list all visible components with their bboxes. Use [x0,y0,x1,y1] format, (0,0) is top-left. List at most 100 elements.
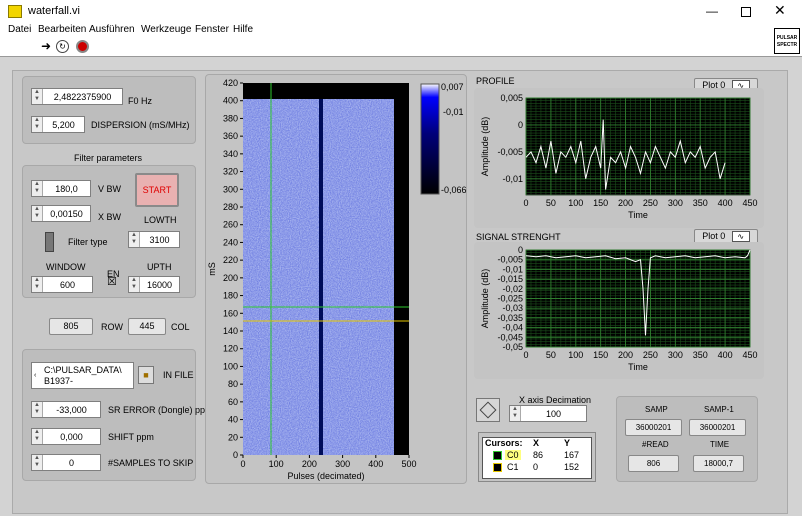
waterfall-y-tick-label: 80 [228,379,238,389]
cursor-header-name: Cursors: [485,438,523,448]
in-file-path[interactable]: ‹ C:\PULSAR_DATA\ B1937- [31,362,134,389]
row-label: ROW [101,322,123,332]
signal-y-tick-label: -0,015 [497,274,523,284]
menu-fenster[interactable]: Fenster [195,24,229,35]
sr-error-label: SR ERROR (Dongle) ppm [108,405,213,415]
profile-title: PROFILE [476,76,515,86]
waterfall-y-tick-label: 300 [223,184,238,194]
samp-label: SAMP [645,405,668,414]
xbw-label: X BW [98,212,122,222]
title-bar: waterfall.vi — ✕ [0,0,802,24]
sr-error-spinner[interactable]: ▲ ▼ [32,402,43,417]
signal-y-tick-label: -0,01 [502,264,523,274]
waterfall-y-tick-label: 320 [223,167,238,177]
shift-input[interactable]: ▲ ▼ 0,000 [31,428,101,445]
waterfall-y-axis-label: mS [207,262,217,276]
profile-y-tick-label: 0 [518,120,523,130]
waterfall-y-tick-label: 20 [228,432,238,442]
xdec-input[interactable]: ▲ ▼ 100 [509,405,587,422]
color-scale-tick-max: 0,007 [441,82,464,92]
xdec-value: 100 [545,408,562,419]
menu-bar: Datei Bearbeiten Ausführen Werkzeuge Fen… [0,24,802,38]
signal-y-tick-label: -0,005 [497,255,523,265]
maximize-button[interactable] [741,7,751,17]
window-label: WINDOW [46,262,86,272]
filter-parameters-title: Filter parameters [74,153,143,163]
signal-chart[interactable]: 0 50 100 150 200 250 300 350 400 4500-0,005-0,01-… [474,242,764,379]
sr-error-value: -33,000 [56,404,87,415]
f0-input[interactable]: ▲ ▼ 2,4822375900 [31,88,123,105]
samples-skip-label: #SAMPLES TO SKIP [108,458,194,468]
menu-hilfe[interactable]: Hilfe [233,24,253,35]
upth-input[interactable]: ▲ ▼ 16000 [128,276,180,293]
window-input[interactable]: ▲ ▼ 600 [31,276,93,293]
f0-value: 2,4822375900 [53,91,112,102]
profile-chart[interactable]: 0 50 100 150 200 250 300 350 400 450 0,005 0 -0,005 -… [474,88,764,228]
samples-skip-input[interactable]: ▲ ▼ 0 [31,454,101,471]
en-checkbox[interactable]: ☒ [107,277,117,288]
profile-y-tick-label: -0,005 [497,147,523,157]
waterfall-y-tick-label: 240 [223,237,238,247]
filter-type-toggle[interactable] [45,232,54,252]
menu-ausfuehren[interactable]: Ausführen [89,24,135,35]
menu-datei[interactable]: Datei [8,24,31,35]
abort-icon[interactable] [76,40,89,53]
upth-spinner[interactable]: ▲ ▼ [129,277,140,292]
close-button[interactable]: ✕ [774,2,786,19]
toolbar: ➜ ↻ PULSAR SPECTR [0,28,802,56]
shift-label: SHIFT ppm [108,432,154,442]
samp1-label: SAMP-1 [704,405,734,414]
dispersion-input[interactable]: ▲ ▼ 5,200 [31,116,85,133]
waterfall-y-tick-label: 340 [223,149,238,159]
signal-y-tick-label: -0,05 [502,342,523,352]
waterfall-x-tick-label: 100 [269,459,284,469]
shift-spinner[interactable]: ▲ ▼ [32,429,43,444]
run-arrow-icon[interactable]: ➜ [41,40,51,52]
waterfall-y-tick-label: 40 [228,415,238,425]
minimize-button[interactable]: — [706,4,718,18]
profile-x-tick-label: 50 [546,198,556,208]
frequency-group [22,76,196,144]
signal-x-tick-label: 150 [593,350,608,360]
vbw-spinner[interactable]: ▲ ▼ [32,181,43,196]
waterfall-y-tick-label: 160 [223,308,238,318]
waterfall-x-axis-label: Pulses (decimated) [287,471,364,481]
upth-label: UPTH [147,262,172,272]
xbw-input[interactable]: ▲ ▼ 0,00150 [31,205,91,222]
waterfall-graph[interactable]: 0 20 40 60 80 100 120 140 160 180 200 220 240 260 280 3… [205,74,467,484]
cursor-legend[interactable]: Cursors: X Y C0 86 167 C1 0 152 [478,432,596,482]
f0-spinner[interactable]: ▲ ▼ [32,89,43,104]
browse-folder-icon[interactable]: ■ [138,366,154,384]
in-file-line-2: B1937- [44,376,74,386]
xbw-spinner[interactable]: ▲ ▼ [32,206,43,221]
sr-error-input[interactable]: ▲ ▼ -33,000 [31,401,101,418]
profile-y-axis-label: Amplitude (dB) [480,117,490,177]
signal-title: SIGNAL STRENGHT [476,232,561,242]
graph-palette-icon[interactable] [476,398,500,422]
read-indicator: 806 [628,455,679,472]
color-scale-bar [420,83,440,195]
signal-x-axis-label: Time [628,362,648,372]
signal-x-tick-label: 100 [568,350,583,360]
vbw-input[interactable]: ▲ ▼ 180,0 [31,180,91,197]
xdec-label: X axis Decimation [519,395,592,405]
signal-y-tick-label: 0 [518,245,523,255]
dispersion-label: DISPERSION (mS/MHz) [91,120,190,130]
xdec-spinner[interactable]: ▲ ▼ [510,406,521,421]
start-button[interactable]: START [135,173,179,207]
run-continuously-icon[interactable]: ↻ [56,40,69,53]
lowth-spinner[interactable]: ▲ ▼ [129,232,140,247]
waterfall-y-tick-label: 400 [223,96,238,106]
read-label: #READ [642,440,669,449]
cursor-c0-x: 86 [533,450,544,460]
cursor-c1-x: 0 [533,462,539,472]
waterfall-y-tick-label: 200 [223,273,238,283]
dispersion-spinner[interactable]: ▲ ▼ [32,117,43,132]
samples-skip-spinner[interactable]: ▲ ▼ [32,455,43,470]
window-spinner[interactable]: ▲ ▼ [32,277,43,292]
waterfall-y-tick-label: 180 [223,291,238,301]
menu-bearbeiten[interactable]: Bearbeiten [38,24,86,35]
lowth-input[interactable]: ▲ ▼ 3100 [128,231,180,248]
xbw-value: 0,00150 [50,208,83,219]
menu-werkzeuge[interactable]: Werkzeuge [141,24,191,35]
